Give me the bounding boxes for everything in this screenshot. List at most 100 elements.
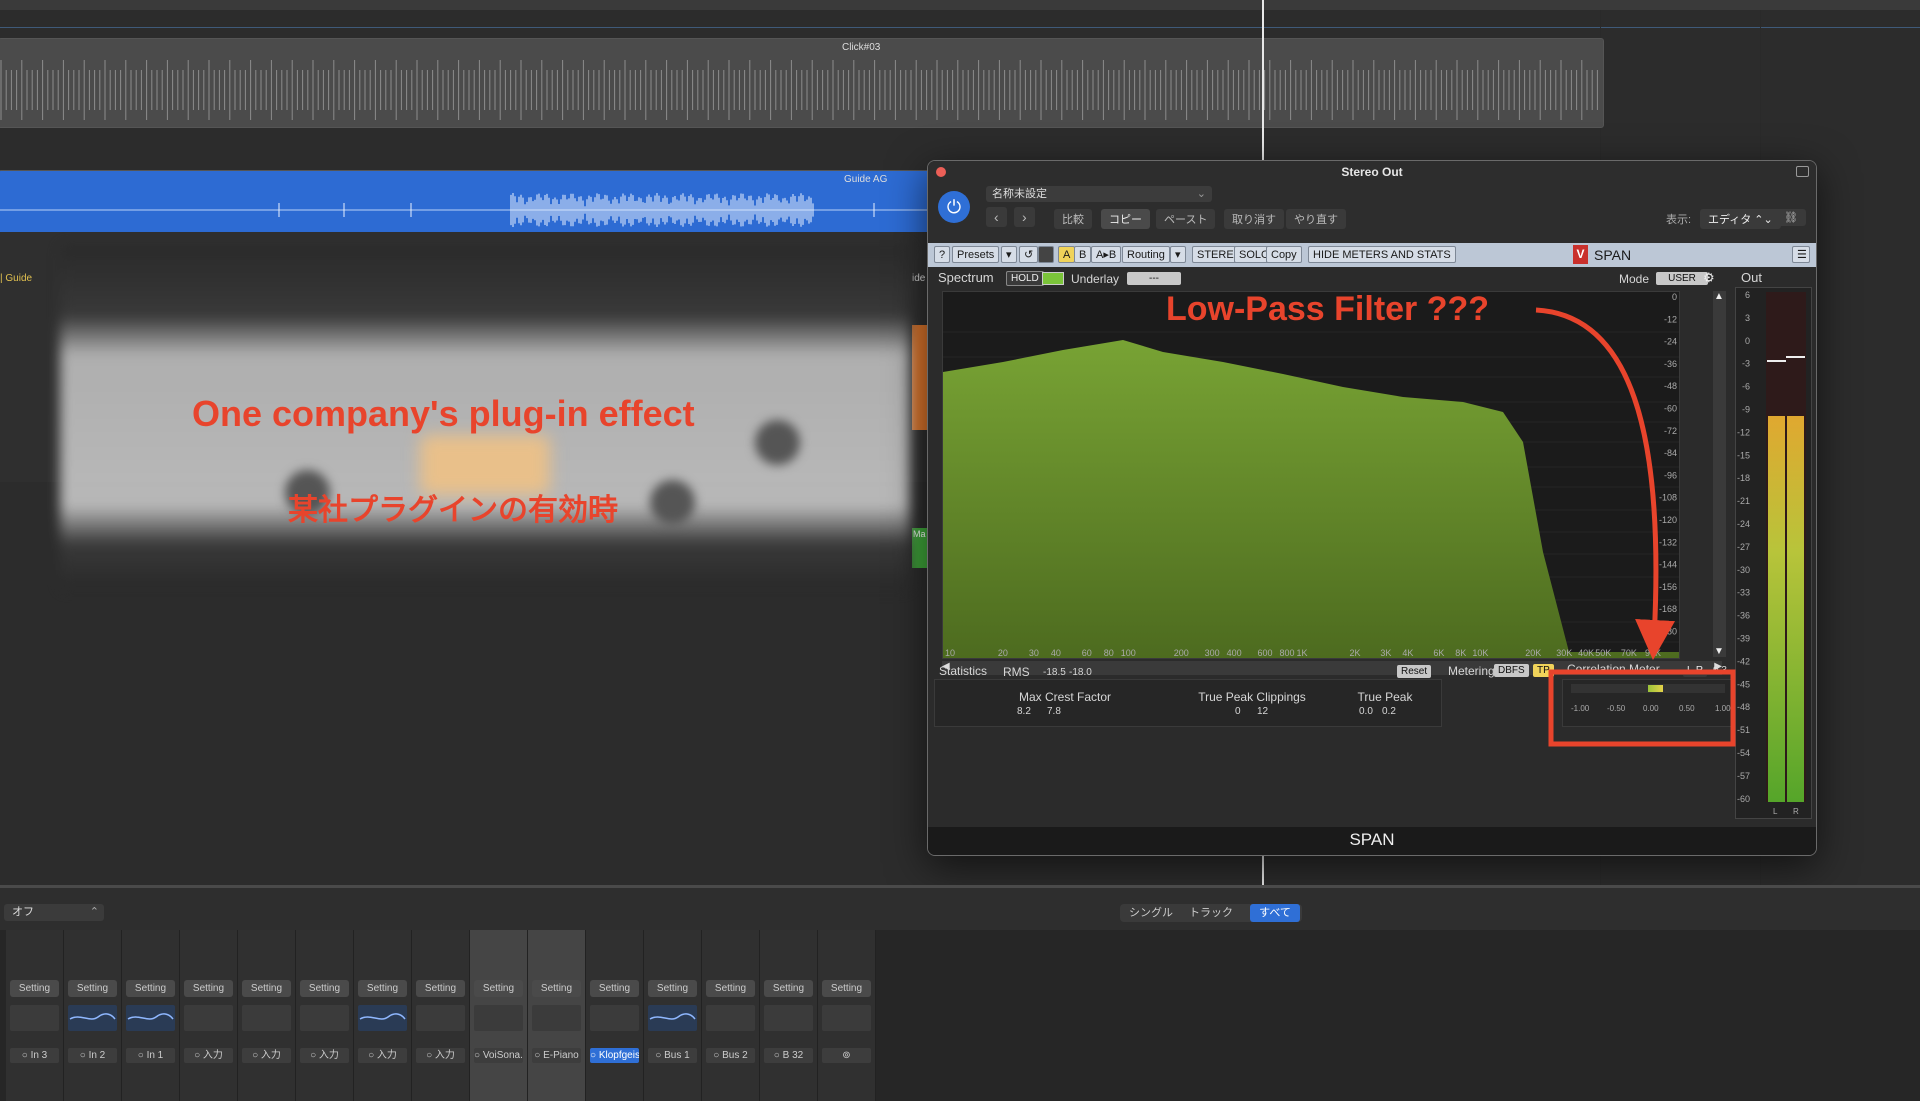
channel-setting-button[interactable]: Setting (184, 980, 233, 997)
metering-dropdown[interactable]: DBFS (1494, 664, 1529, 677)
eq-thumbnail[interactable] (590, 1005, 639, 1031)
preset-dropdown[interactable]: 名称未設定 ⌄ (986, 186, 1212, 202)
tab-all[interactable]: すべて (1250, 904, 1300, 922)
eq-thumbnail[interactable] (416, 1005, 465, 1031)
channel-strip[interactable]: Setting ○ B 32 (760, 930, 818, 1101)
channel-input-button[interactable]: ○ Bus 2 (706, 1048, 755, 1063)
channel-strip[interactable]: Setting ○ 入力 (238, 930, 296, 1101)
prev-preset-button[interactable]: ‹ (986, 207, 1007, 227)
channel-input-button[interactable]: ○ In 3 (10, 1048, 59, 1063)
eq-thumbnail[interactable] (706, 1005, 755, 1031)
correlation-mode[interactable]: L-R (1683, 664, 1708, 677)
channel-input-button[interactable]: ○ B 32 (764, 1048, 813, 1063)
presets-button[interactable]: Presets (952, 246, 1000, 263)
region-click[interactable]: Click#03 (0, 38, 1604, 128)
channel-setting-button[interactable]: Setting (474, 980, 523, 997)
eq-thumbnail[interactable] (184, 1005, 233, 1031)
redo-button[interactable]: やり直す (1286, 209, 1346, 229)
channel-setting-button[interactable]: Setting (10, 980, 59, 997)
channel-input-button[interactable]: ○ VoiSona... (474, 1048, 523, 1063)
copy-a-to-b-button[interactable]: A▸B (1091, 246, 1122, 263)
channel-setting-button[interactable]: Setting (648, 980, 697, 997)
eq-thumbnail[interactable] (68, 1005, 117, 1031)
channel-strip[interactable]: Setting ○ 入力 (412, 930, 470, 1101)
eq-thumbnail[interactable] (10, 1005, 59, 1031)
channel-strip[interactable]: Setting ○ 入力 (180, 930, 238, 1101)
reset-icon[interactable]: ↺ (1019, 246, 1039, 263)
hold-button[interactable]: HOLD (1006, 271, 1044, 286)
channel-setting-button[interactable]: Setting (416, 980, 465, 997)
channel-input-button[interactable]: ○ In 2 (68, 1048, 117, 1063)
channel-strip[interactable]: Setting ○ In 3 (6, 930, 64, 1101)
channel-strip[interactable]: Setting ○ E-Piano (528, 930, 586, 1101)
window-titlebar[interactable]: Stereo Out (928, 161, 1816, 183)
region-orange[interactable] (912, 325, 927, 430)
channel-setting-button[interactable]: Setting (590, 980, 639, 997)
hide-meters-button[interactable]: HIDE METERS AND STATS (1308, 246, 1456, 263)
scroll-up-icon[interactable]: ▲ (1714, 291, 1724, 302)
undo-button[interactable]: 取り消す (1224, 209, 1284, 229)
channel-strip[interactable]: Setting ○ Klopfgeist (586, 930, 644, 1101)
channel-strip[interactable]: Setting ○ 入力 (354, 930, 412, 1101)
channel-setting-button[interactable]: Setting (358, 980, 407, 997)
channel-strip[interactable]: Setting ○ Bus 2 (702, 930, 760, 1101)
view-dropdown[interactable]: エディタ ⌃⌄ (1700, 209, 1781, 229)
channel-strip[interactable]: Setting ○ In 2 (64, 930, 122, 1101)
channel-setting-button[interactable]: Setting (822, 980, 871, 997)
region-guide-ag[interactable]: Guide AG (0, 170, 930, 234)
eq-thumbnail[interactable] (764, 1005, 813, 1031)
channel-strip[interactable]: Setting ○ 入力 (296, 930, 354, 1101)
toolbar-copy-button[interactable]: Copy (1266, 246, 1302, 263)
true-peak-toggle[interactable]: TP (1533, 664, 1554, 677)
tab-single[interactable]: シングル (1122, 904, 1180, 922)
copy-button[interactable]: コピー (1101, 209, 1150, 229)
help-button[interactable]: ? (934, 246, 951, 263)
channel-input-button[interactable]: ○ Klopfgeist (590, 1048, 639, 1063)
channel-strip[interactable]: Setting ○ Bus 1 (644, 930, 702, 1101)
routing-menu-icon[interactable]: ▾ (1170, 246, 1186, 263)
eq-thumbnail[interactable] (300, 1005, 349, 1031)
save-icon[interactable] (1038, 246, 1054, 263)
presets-menu-icon[interactable]: ▾ (1001, 246, 1017, 263)
paste-button[interactable]: ペースト (1156, 209, 1216, 229)
channel-input-button[interactable]: ○ E-Piano (532, 1048, 581, 1063)
power-icon[interactable]: ⏻ (938, 191, 970, 223)
channel-strip[interactable]: Setting ○ VoiSona... (470, 930, 528, 1101)
channel-input-button[interactable]: ○ 入力 (416, 1048, 465, 1063)
channel-setting-button[interactable]: Setting (242, 980, 291, 997)
channel-input-button[interactable]: ○ 入力 (358, 1048, 407, 1063)
channel-input-button[interactable]: ○ In 1 (126, 1048, 175, 1063)
channel-setting-button[interactable]: Setting (68, 980, 117, 997)
scroll-down-icon[interactable]: ▼ (1714, 646, 1724, 657)
eq-thumbnail[interactable] (822, 1005, 871, 1031)
channel-input-button[interactable]: ○ 入力 (242, 1048, 291, 1063)
settings-gear-icon[interactable]: ⚙ (1703, 270, 1715, 286)
link-icon[interactable]: ⛓ (1776, 209, 1806, 226)
tab-tracks[interactable]: トラック (1182, 904, 1240, 922)
channel-strip[interactable]: Setting ○ In 1 (122, 930, 180, 1101)
preset-b-button[interactable]: B (1074, 246, 1092, 263)
compare-button[interactable]: 比較 (1054, 209, 1092, 229)
underlay-dropdown[interactable]: --- (1127, 272, 1181, 285)
stats-reset-button[interactable]: Reset (1397, 665, 1432, 678)
channel-input-button[interactable]: ○ 入力 (300, 1048, 349, 1063)
eq-thumbnail[interactable] (126, 1005, 175, 1031)
next-preset-button[interactable]: › (1014, 207, 1035, 227)
mode-dropdown[interactable]: USER (1656, 272, 1708, 285)
preset-a-button[interactable]: A (1058, 246, 1076, 263)
channel-strip[interactable]: Setting ⊚ (818, 930, 876, 1101)
eq-thumbnail[interactable] (532, 1005, 581, 1031)
channel-setting-button[interactable]: Setting (764, 980, 813, 997)
spectrum-color-swatch[interactable] (1042, 272, 1064, 285)
routing-button[interactable]: Routing (1122, 246, 1170, 263)
eq-thumbnail[interactable] (474, 1005, 523, 1031)
channel-input-button[interactable]: ○ 入力 (184, 1048, 233, 1063)
channel-setting-button[interactable]: Setting (532, 980, 581, 997)
eq-thumbnail[interactable] (358, 1005, 407, 1031)
spectrum-display[interactable]: 0 -12 -24 -36 -48 -60 -72 -84 -96 -108 -120 -132 -14… (942, 291, 1680, 659)
channel-setting-button[interactable]: Setting (706, 980, 755, 997)
eq-thumbnail[interactable] (242, 1005, 291, 1031)
vertical-scrollbar[interactable]: ▲ ▼ (1713, 291, 1726, 657)
channel-input-button[interactable]: ⊚ (822, 1048, 871, 1063)
ruler[interactable] (0, 0, 1920, 10)
